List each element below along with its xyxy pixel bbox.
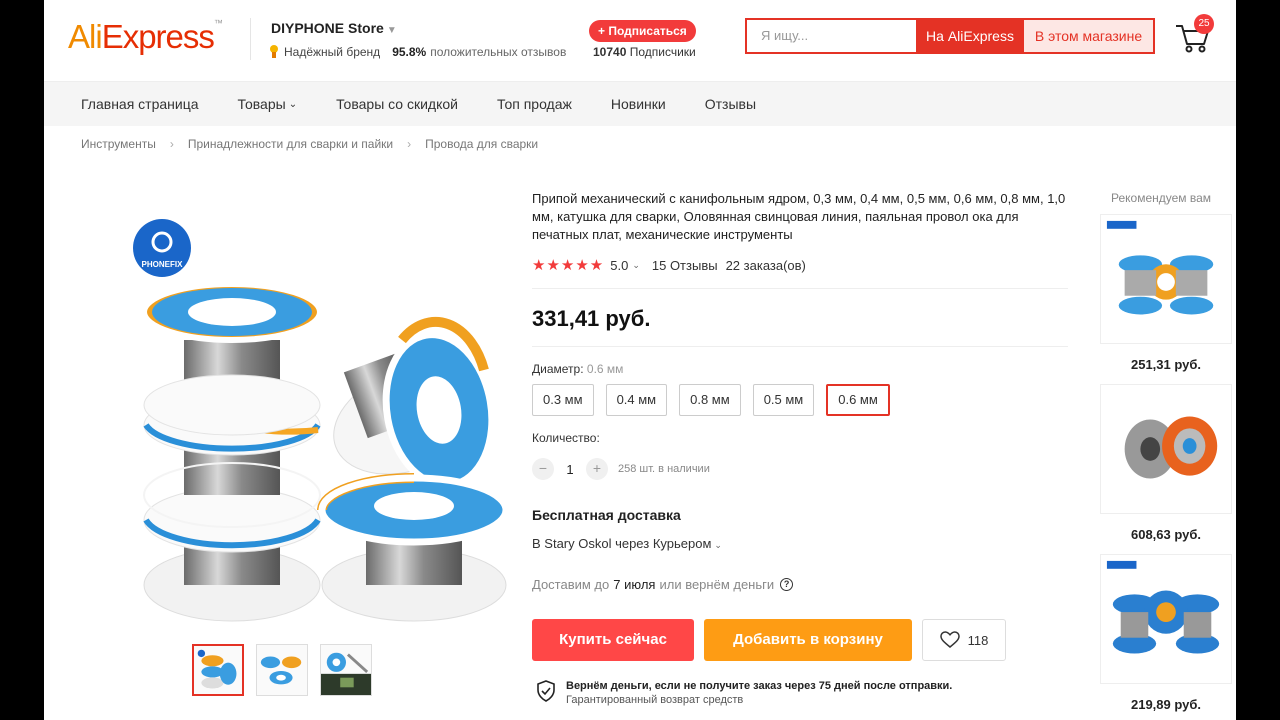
nav-top-sales[interactable]: Топ продаж	[497, 96, 572, 112]
search-input[interactable]: Я ищу...	[747, 20, 916, 52]
star-rating-icon: ★★★★★	[532, 257, 605, 274]
breadcrumb-item[interactable]: Принадлежности для сварки и пайки	[188, 137, 393, 151]
increase-button[interactable]: +	[586, 458, 608, 480]
subscribers: 10740 Подписчики	[593, 45, 696, 59]
chevron-right-icon: ›	[407, 137, 412, 151]
store-page: AliExpress™ DIYPHONE Store ▼ Надёжный бре…	[44, 0, 1236, 720]
store-meta: Надёжный бренд 95.8% положительных отзыв…	[268, 45, 566, 59]
chevron-down-icon: ⌄	[714, 540, 722, 550]
divider	[532, 346, 1068, 347]
nav-sale[interactable]: Товары со скидкой	[336, 96, 458, 112]
recommended-item[interactable]: 251,31 руб.	[1100, 214, 1232, 372]
reviews-link[interactable]: 15 Отзывы	[652, 258, 718, 273]
recommended-item[interactable]: 608,63 руб.	[1100, 384, 1232, 542]
add-to-cart-button[interactable]: Добавить в корзину	[704, 619, 912, 661]
nav-new[interactable]: Новинки	[611, 96, 666, 112]
decrease-button[interactable]: −	[532, 458, 554, 480]
breadcrumb-item[interactable]: Инструменты	[81, 137, 156, 151]
shield-icon	[537, 680, 555, 702]
recommended-item[interactable]: 219,89 руб.	[1100, 554, 1232, 712]
variant-option-selected[interactable]: 0.6 мм	[826, 384, 890, 416]
thumbnail-3[interactable]	[320, 644, 372, 696]
breadcrumb: Инструменты › Принадлежности для сварки …	[81, 137, 538, 151]
nav-products[interactable]: Товары ⌄	[238, 96, 298, 112]
positive-label: положительных отзывов	[430, 45, 567, 59]
wishlist-count: 118	[967, 632, 989, 648]
quantity-stepper: − 1 + 258 шт. в наличии	[532, 458, 710, 480]
divider	[250, 18, 251, 60]
thumbnail-strip	[192, 644, 372, 696]
diameter-options: 0.3 мм 0.4 мм 0.8 мм 0.5 мм 0.6 мм	[532, 384, 890, 416]
product-main-image[interactable]: PHONEFIX	[84, 200, 524, 630]
variant-option[interactable]: 0.8 мм	[679, 384, 741, 416]
shipping-destination[interactable]: В Stary Oskol через Курьером ⌄	[532, 536, 722, 551]
header: AliExpress™ DIYPHONE Store ▼ Надёжный бре…	[44, 0, 1236, 82]
breadcrumb-item[interactable]: Провода для сварки	[425, 137, 538, 151]
stock-count: 258 шт. в наличии	[618, 463, 710, 475]
recommended-image[interactable]	[1100, 384, 1232, 514]
recommended-price: 219,89 руб.	[1130, 697, 1201, 712]
buy-now-button[interactable]: Купить сейчас	[532, 619, 694, 661]
chevron-right-icon: ›	[169, 137, 174, 151]
guarantee-title: Вернём деньги, если не получите заказ че…	[566, 680, 953, 692]
variant-option[interactable]: 0.5 мм	[752, 384, 815, 416]
quantity-label: Количество:	[532, 431, 600, 445]
medal-icon	[268, 45, 280, 59]
thumbnail-2[interactable]	[256, 644, 308, 696]
diameter-label: Диаметр: 0.6 мм	[532, 362, 624, 376]
brand-badge: Надёжный бренд	[284, 45, 381, 59]
chevron-down-icon: ⌄	[632, 259, 640, 270]
shipping-title: Бесплатная доставка	[532, 507, 681, 523]
divider	[532, 288, 1068, 289]
subscribe-button[interactable]: + Подписаться	[589, 20, 696, 42]
variant-option[interactable]: 0.4 мм	[605, 384, 668, 416]
recommended-image[interactable]	[1100, 214, 1232, 344]
recommended-price: 251,31 руб.	[1130, 357, 1201, 372]
heart-icon	[939, 631, 960, 648]
store-name[interactable]: DIYPHONE Store ▼	[271, 20, 397, 36]
chevron-down-icon: ⌄	[288, 98, 298, 110]
recommended-title: Рекомендуем вам	[1111, 191, 1212, 205]
delivery-date: 7 июля	[613, 577, 656, 592]
product-title: Припой механический с канифольным ядром,…	[532, 191, 1066, 242]
search-store-button[interactable]: В этом магазине	[1024, 20, 1153, 52]
wishlist-button[interactable]: 118	[922, 619, 1006, 661]
positive-percent: 95.8%	[392, 45, 427, 59]
search-aliexpress-button[interactable]: На AliExpress	[916, 20, 1024, 52]
rating-row: ★★★★★ 5.0 ⌄ 15 Отзывы 22 заказа(ов)	[532, 256, 806, 274]
aliexpress-logo[interactable]: AliExpress™	[68, 18, 223, 56]
cart-count-badge: 25	[1194, 14, 1214, 34]
phonefix-logo-text: PHONEFIX	[142, 260, 184, 269]
store-nav: Главная страница Товары ⌄ Товары со скидк…	[44, 82, 1236, 126]
thumbnail-1[interactable]	[192, 644, 244, 696]
rating-score[interactable]: 5.0	[610, 258, 628, 273]
chevron-down-icon: ▼	[386, 25, 397, 36]
quantity-value[interactable]: 1	[554, 462, 586, 477]
recommended-image[interactable]	[1100, 554, 1232, 684]
help-icon[interactable]: ?	[780, 578, 794, 591]
nav-reviews[interactable]: Отзывы	[705, 96, 756, 112]
nav-home[interactable]: Главная страница	[81, 96, 199, 112]
guarantee-subtitle: Гарантированный возврат средств	[566, 694, 744, 706]
variant-option[interactable]: 0.3 мм	[532, 384, 594, 416]
search-bar: Я ищу... На AliExpress В этом магазине	[745, 18, 1155, 54]
delivery-estimate: Доставим до 7 июля или вернём деньги ?	[532, 577, 794, 592]
diameter-selected: 0.6 мм	[586, 362, 624, 376]
product-price: 331,41 руб.	[532, 306, 651, 331]
recommended-price: 608,63 руб.	[1130, 527, 1201, 542]
orders-count: 22 заказа(ов)	[725, 257, 806, 273]
buyer-protection: Вернём деньги, если не получите заказ че…	[536, 680, 952, 706]
